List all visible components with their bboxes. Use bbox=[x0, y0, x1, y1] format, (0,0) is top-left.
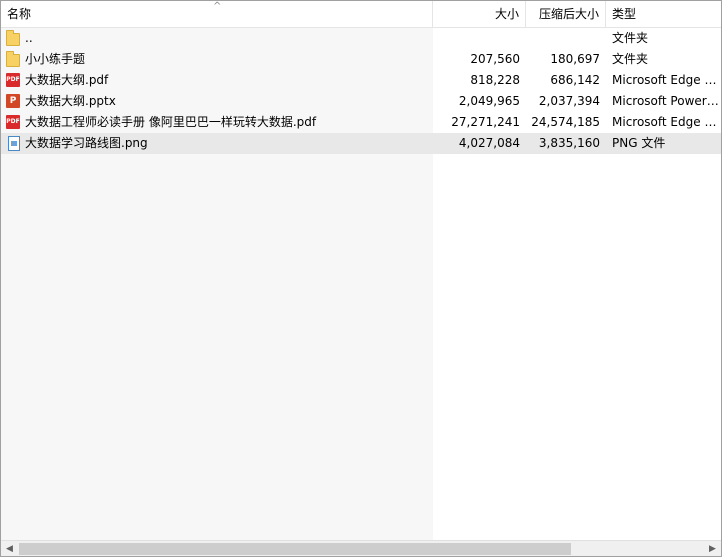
file-compressed-size bbox=[526, 28, 606, 49]
file-size: 207,560 bbox=[470, 52, 520, 66]
file-size bbox=[433, 28, 526, 49]
column-header-compressed-size[interactable]: 压缩后大小 bbox=[526, 1, 606, 27]
file-name: 小小练手题 bbox=[25, 52, 86, 66]
file-name: 大数据大纲.pdf bbox=[25, 73, 109, 87]
file-size: 2,049,965 bbox=[458, 94, 520, 108]
file-list: .. 文件夹 小小练手题 207,560 180,697 文件夹 PDF 大数据… bbox=[1, 28, 721, 154]
file-type: Microsoft Edge PDF 文档 bbox=[612, 73, 721, 87]
file-type: Microsoft Edge PDF 文档 bbox=[612, 115, 721, 129]
list-item[interactable]: .. 文件夹 bbox=[1, 28, 721, 49]
list-item[interactable]: P 大数据大纲.pptx 2,049,965 2,037,394 Microso… bbox=[1, 91, 721, 112]
file-size: 818,228 bbox=[470, 73, 520, 87]
column-type-label: 类型 bbox=[612, 7, 637, 21]
scroll-right-icon[interactable]: ▶ bbox=[704, 541, 721, 556]
file-compressed-size: 686,142 bbox=[550, 73, 600, 87]
file-name: 大数据学习路线图.png bbox=[25, 136, 148, 150]
column-name-label: 名称 bbox=[7, 7, 32, 21]
file-name: .. bbox=[25, 31, 33, 45]
column-size-label: 大小 bbox=[494, 7, 519, 21]
column-header-size[interactable]: 大小 bbox=[433, 1, 526, 27]
file-name: 大数据工程师必读手册 像阿里巴巴一样玩转大数据.pdf bbox=[25, 115, 317, 129]
file-name: 大数据大纲.pptx bbox=[25, 94, 116, 108]
column-header: 名称 ^ 大小 压缩后大小 类型 bbox=[1, 1, 721, 28]
file-type: 文件夹 bbox=[612, 52, 649, 66]
column-header-type[interactable]: 类型 bbox=[606, 1, 721, 27]
file-compressed-size: 2,037,394 bbox=[538, 94, 600, 108]
horizontal-scrollbar[interactable]: ◀ ▶ bbox=[1, 540, 721, 556]
file-compressed-size: 180,697 bbox=[550, 52, 600, 66]
file-type: Microsoft PowerPoint 演示文稿 bbox=[612, 94, 721, 108]
column-header-name[interactable]: 名称 ^ bbox=[1, 1, 433, 27]
file-type: PNG 文件 bbox=[612, 136, 666, 150]
list-item[interactable]: PDF 大数据工程师必读手册 像阿里巴巴一样玩转大数据.pdf 27,271,2… bbox=[1, 112, 721, 133]
file-compressed-size: 24,574,185 bbox=[531, 115, 600, 129]
file-type: 文件夹 bbox=[612, 31, 649, 45]
sort-ascending-icon: ^ bbox=[213, 1, 222, 12]
column-compressed-label: 压缩后大小 bbox=[538, 7, 599, 21]
file-size: 4,027,084 bbox=[458, 136, 520, 150]
file-compressed-size: 3,835,160 bbox=[538, 136, 600, 150]
file-list-window: 名称 ^ 大小 压缩后大小 类型 .. 文件夹 小小练手题 207,560 18… bbox=[0, 0, 722, 557]
list-item[interactable]: 小小练手题 207,560 180,697 文件夹 bbox=[1, 49, 721, 70]
scrollbar-thumb[interactable] bbox=[19, 543, 571, 555]
list-item-selected[interactable]: 大数据学习路线图.png 4,027,084 3,835,160 PNG 文件 bbox=[1, 133, 721, 154]
list-item[interactable]: PDF 大数据大纲.pdf 818,228 686,142 Microsoft … bbox=[1, 70, 721, 91]
scroll-left-icon[interactable]: ◀ bbox=[1, 541, 18, 556]
file-size: 27,271,241 bbox=[451, 115, 520, 129]
